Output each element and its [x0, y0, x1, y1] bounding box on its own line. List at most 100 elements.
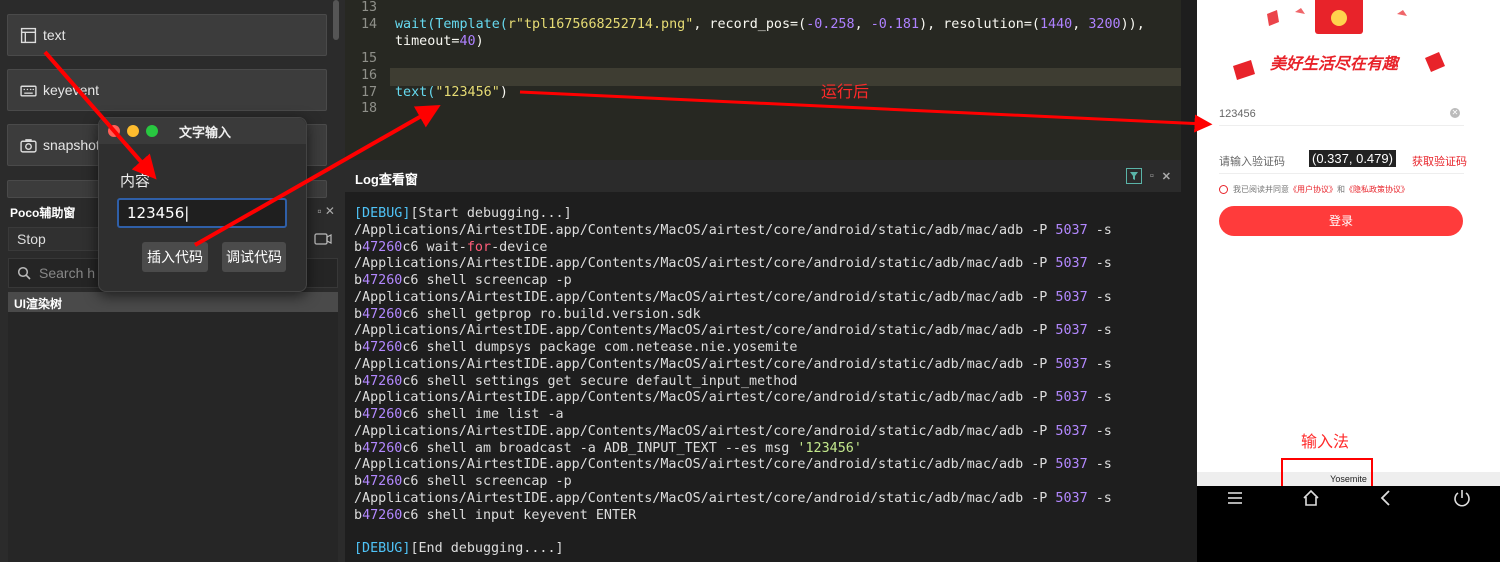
code-token: ) — [499, 85, 508, 100]
actions-scrollbar[interactable] — [333, 0, 339, 40]
agree-and: 和 — [1337, 185, 1345, 194]
log-serial: b — [354, 239, 363, 255]
log-command: for — [466, 239, 492, 255]
log-serial: 47260 — [362, 340, 403, 355]
text-action-label: text — [43, 27, 66, 43]
log-line: b47260c6 shell screencap -p — [354, 474, 1181, 491]
log-command: shell getprop ro.build.version.sdk — [418, 306, 701, 322]
log-port: 5037 — [1055, 323, 1088, 339]
dialog-content-input[interactable]: 123456| — [117, 198, 287, 228]
text-icon — [20, 27, 37, 43]
power-icon[interactable] — [1452, 488, 1472, 508]
log-panel-controls: ▫ ✕ — [1125, 168, 1171, 184]
code-token: -0.258 — [806, 17, 855, 32]
menu-icon[interactable] — [1225, 488, 1245, 508]
float-icon[interactable]: ▫ — [1150, 170, 1154, 182]
debug-code-button[interactable]: 调试代码 — [222, 242, 286, 272]
code-token: timeout= — [395, 34, 460, 49]
code-line-14-wrap: timeout=40) — [395, 34, 484, 49]
code-line-14: wait(Template(r"tpl1675668252714.png", r… — [395, 17, 1145, 32]
android-nav-bar — [1197, 486, 1500, 562]
poco-panel-title: Poco辅助窗 — [10, 206, 76, 220]
log-serial: b — [354, 474, 363, 489]
clear-input-icon[interactable]: ✕ — [1450, 108, 1460, 118]
log-line: b47260c6 shell settings get secure defau… — [354, 374, 1181, 391]
log-adb-path: /Applications/AirtestIDE.app/Contents/Ma… — [354, 423, 1056, 439]
annotation-input-method: 输入法 — [1301, 432, 1350, 451]
screenshot-root: text keyevent snapshot Poco辅助窗 ▫ ✕ Stop … — [0, 0, 1500, 562]
log-serial: b — [354, 273, 363, 288]
log-port: 5037 — [1055, 490, 1088, 506]
text-action-button[interactable]: text — [7, 14, 327, 56]
home-icon[interactable] — [1301, 488, 1321, 508]
app-banner — [1233, 0, 1445, 80]
dialog-content-label: 内容 — [120, 173, 151, 190]
filter-icon[interactable] — [1125, 168, 1142, 184]
log-serial: c6 — [402, 273, 419, 288]
log-serial: c6 — [402, 407, 419, 422]
log-flag: -s — [1087, 323, 1112, 339]
keyboard-icon — [20, 85, 37, 97]
log-line: /Applications/AirtestIDE.app/Contents/Ma… — [354, 223, 1181, 240]
device-screen[interactable]: 美好生活尽在有趣 123456 ✕ 请输入验证码 获取验证码 (0.337, 0… — [1197, 0, 1500, 562]
log-debug-tag: [DEBUG] — [354, 541, 411, 556]
log-serial: b — [354, 407, 363, 422]
agree-checkbox[interactable] — [1219, 185, 1228, 194]
log-flag: -s — [1087, 289, 1112, 305]
user-agreement-link[interactable]: 《用户协议》 — [1289, 185, 1337, 194]
log-port: 5037 — [1055, 289, 1088, 305]
panel-float-icon[interactable]: ▫ ✕ — [317, 204, 335, 220]
log-port: 5037 — [1055, 222, 1088, 238]
code-editor[interactable]: 13 14 15 16 17 18 wait(Template(r"tpl167… — [345, 0, 1181, 160]
privacy-link[interactable]: 《隐私政策协议》 — [1345, 185, 1409, 194]
log-serial: 47260 — [362, 306, 403, 322]
log-line: /Applications/AirtestIDE.app/Contents/Ma… — [354, 357, 1181, 374]
current-line-highlight — [390, 68, 1181, 86]
log-port: 5037 — [1055, 457, 1088, 473]
annotation-after-run: 运行后 — [821, 82, 870, 101]
ui-tree-area[interactable] — [8, 312, 338, 562]
keyevent-action-button[interactable]: keyevent — [7, 69, 327, 111]
log-flag: -s — [1087, 390, 1112, 406]
minimize-dot-icon[interactable] — [127, 125, 139, 137]
log-blank-line — [354, 524, 1181, 541]
log-line: b47260c6 shell getprop ro.build.version.… — [354, 307, 1181, 324]
back-icon[interactable] — [1376, 488, 1396, 508]
code-token: 3200 — [1088, 17, 1121, 32]
log-output[interactable]: [DEBUG][Start debugging...]/Applications… — [345, 192, 1181, 562]
insert-code-button[interactable]: 插入代码 — [142, 242, 208, 272]
log-serial: b — [354, 340, 363, 355]
log-flag: -s — [1087, 423, 1112, 439]
maximize-dot-icon[interactable] — [146, 125, 158, 137]
code-token: ) — [475, 34, 484, 49]
log-command: shell screencap -p — [418, 474, 572, 489]
log-line: b47260c6 shell input keyevent ENTER — [354, 508, 1181, 525]
agreement-row: 我已阅读并同意《用户协议》和《隐私政策协议》 — [1219, 184, 1409, 195]
log-serial: b — [354, 373, 363, 389]
log-panel-title: Log查看窗 — [355, 172, 418, 187]
log-flag: -s — [1087, 222, 1112, 238]
log-line: b47260c6 wait-for-device — [354, 240, 1181, 257]
log-adb-path: /Applications/AirtestIDE.app/Contents/Ma… — [354, 356, 1056, 372]
log-flag: -s — [1087, 356, 1112, 372]
code-token: , record_pos=( — [693, 17, 807, 32]
log-adb-path: /Applications/AirtestIDE.app/Contents/Ma… — [354, 457, 1056, 473]
close-dot-icon[interactable] — [108, 125, 120, 137]
log-serial: 47260 — [362, 407, 403, 422]
get-code-button[interactable]: 获取验证码 — [1412, 153, 1467, 169]
close-icon[interactable]: ✕ — [1162, 170, 1171, 183]
log-serial: b — [354, 440, 363, 456]
phone-number-field[interactable]: 123456 — [1219, 104, 1464, 126]
line-number: 15 — [361, 51, 378, 66]
code-token: 1440 — [1040, 17, 1073, 32]
code-token: -0.181 — [870, 17, 920, 32]
record-icon[interactable] — [313, 228, 333, 248]
line-number: 18 — [361, 101, 378, 116]
text-input-dialog: 文字输入 内容 123456| 插入代码 调试代码 — [98, 117, 307, 292]
log-command: shell input keyevent ENTER — [418, 507, 637, 523]
log-serial: c6 — [402, 239, 419, 255]
phone-number-value: 123456 — [1219, 108, 1256, 120]
login-button[interactable]: 登录 — [1219, 206, 1463, 236]
ui-tree-header[interactable]: UI渲染树 — [8, 292, 338, 312]
log-line: /Applications/AirtestIDE.app/Contents/Ma… — [354, 424, 1181, 441]
